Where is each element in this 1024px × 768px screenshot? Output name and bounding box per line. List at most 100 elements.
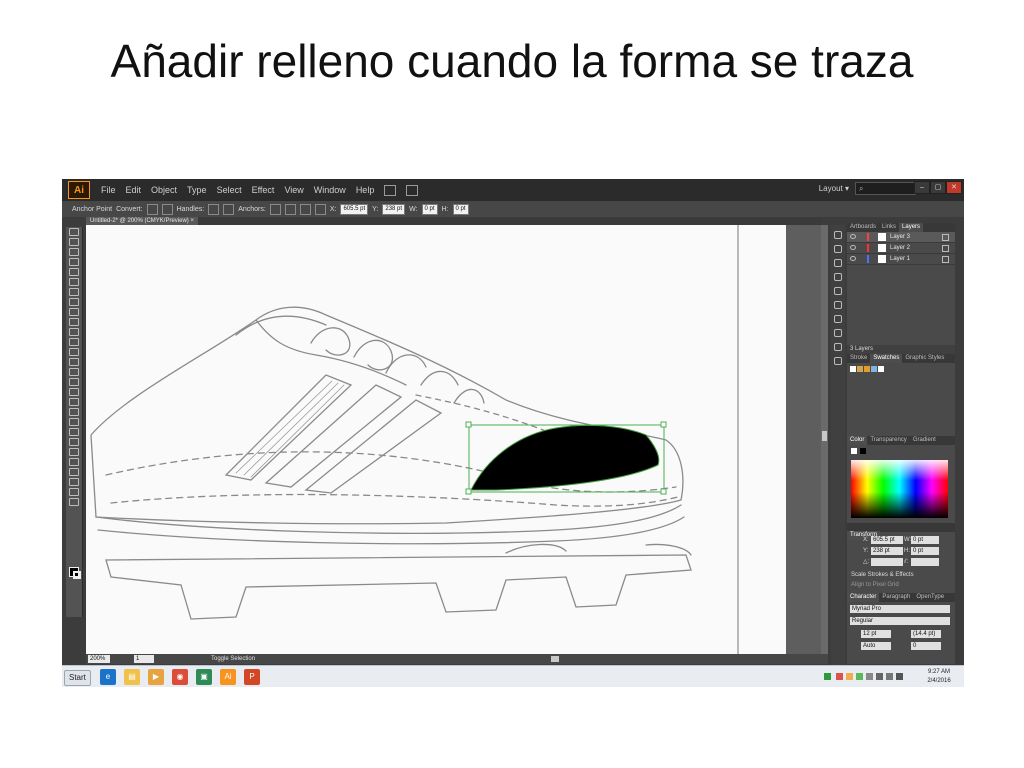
color-guide-icon[interactable] <box>834 231 842 239</box>
free-transform-tool-icon[interactable] <box>69 378 79 386</box>
isolate-icon[interactable] <box>314 203 326 215</box>
none-color-swatch[interactable] <box>851 448 857 454</box>
start-button[interactable]: Start <box>64 670 91 686</box>
kerning-field[interactable]: Auto <box>861 642 891 650</box>
slice-tool-icon[interactable] <box>69 478 79 486</box>
system-clock[interactable]: 9:27 AM 2/4/2016 <box>924 668 954 686</box>
layer-name[interactable]: Layer 1 <box>890 254 910 264</box>
flag-icon[interactable] <box>866 673 873 680</box>
symbols-icon[interactable] <box>834 273 842 281</box>
network-icon[interactable] <box>824 673 831 680</box>
help-search-input[interactable]: ⌕ <box>855 182 916 195</box>
tab-opentype[interactable]: OpenType <box>913 593 947 602</box>
tab-swatches[interactable]: Swatches <box>870 354 903 363</box>
font-family-select[interactable]: Myriad Pro <box>850 605 950 613</box>
transform-w-field[interactable]: 0 pt <box>911 536 939 544</box>
transform-h-field[interactable]: 0 pt <box>911 547 939 555</box>
menu-effect[interactable]: Effect <box>247 185 280 195</box>
tab-paragraph[interactable]: Paragraph <box>879 593 913 602</box>
canvas-area[interactable] <box>86 224 821 655</box>
layer-row[interactable]: Layer 2 <box>847 243 955 254</box>
convert-smooth-icon[interactable] <box>161 203 173 215</box>
type-tool-icon[interactable] <box>69 278 79 286</box>
swatch[interactable] <box>871 366 877 372</box>
visibility-eye-icon[interactable] <box>850 245 856 250</box>
layer-name[interactable]: Layer 2 <box>890 243 910 253</box>
menu-window[interactable]: Window <box>309 185 351 195</box>
app-tray-icon[interactable] <box>856 673 863 680</box>
tab-color[interactable]: Color <box>847 436 868 445</box>
align-icon[interactable] <box>834 315 842 323</box>
blend-tool-icon[interactable] <box>69 438 79 446</box>
column-graph-tool-icon[interactable] <box>69 458 79 466</box>
taskbar-app-powerpoint[interactable]: P <box>244 669 260 685</box>
cut-path-icon[interactable] <box>299 203 311 215</box>
maximize-button[interactable]: ▢ <box>930 181 946 194</box>
tab-links[interactable]: Links <box>879 223 899 232</box>
menu-select[interactable]: Select <box>212 185 247 195</box>
security-icon[interactable] <box>836 673 843 680</box>
bridge-icon[interactable] <box>384 184 397 196</box>
scale-tool-icon[interactable] <box>69 358 79 366</box>
tracking-field[interactable]: 0 <box>911 642 941 650</box>
gradient-tool-icon[interactable] <box>69 418 79 426</box>
menu-file[interactable]: File <box>96 185 121 195</box>
graphic-styles-icon[interactable] <box>834 287 842 295</box>
libraries-icon[interactable] <box>834 245 842 253</box>
h-field[interactable]: 0 pt <box>452 203 469 215</box>
visibility-eye-icon[interactable] <box>850 234 856 239</box>
transform-angle-field[interactable] <box>871 558 903 566</box>
remove-anchor-icon[interactable] <box>269 203 281 215</box>
menu-type[interactable]: Type <box>182 185 212 195</box>
layer-row[interactable]: Layer 1 <box>847 254 955 265</box>
appearance-icon[interactable] <box>834 301 842 309</box>
hide-handles-icon[interactable] <box>223 203 235 215</box>
x-field[interactable]: 605.5 pt <box>340 203 369 215</box>
direct-selection-tool-icon[interactable] <box>69 238 79 246</box>
selection-tool-icon[interactable] <box>69 228 79 236</box>
transform-shear-field[interactable] <box>911 558 939 566</box>
perspective-grid-tool-icon[interactable] <box>69 398 79 406</box>
arrange-documents-icon[interactable] <box>406 184 419 196</box>
document-tab[interactable]: Untitled-2* @ 200% (CMYK/Preview) × <box>86 217 198 225</box>
target-icon[interactable] <box>942 245 949 252</box>
scroll-thumb[interactable] <box>822 431 827 441</box>
swatch[interactable] <box>864 366 870 372</box>
tab-character[interactable]: Character <box>847 593 880 602</box>
updates-icon[interactable] <box>846 673 853 680</box>
rotate-tool-icon[interactable] <box>69 348 79 356</box>
eraser-tool-icon[interactable] <box>69 338 79 346</box>
stroke-swatch[interactable] <box>73 571 81 579</box>
monitor-icon[interactable] <box>876 673 883 680</box>
menu-view[interactable]: View <box>279 185 308 195</box>
artboard-tool-icon[interactable] <box>69 468 79 476</box>
taskbar-app-media-player[interactable]: ▶ <box>148 669 164 685</box>
pen-tool-icon[interactable] <box>69 268 79 276</box>
close-tab-icon[interactable]: × <box>190 218 194 224</box>
taskbar-app-illustrator[interactable]: Ai <box>220 669 236 685</box>
layer-name[interactable]: Layer 3 <box>890 232 910 242</box>
swatch[interactable] <box>878 366 884 372</box>
swatch[interactable] <box>850 366 856 372</box>
taskbar-app-desktop[interactable]: ▣ <box>196 669 212 685</box>
eyedropper-tool-icon[interactable] <box>69 428 79 436</box>
shape-builder-tool-icon[interactable] <box>69 388 79 396</box>
symbol-sprayer-tool-icon[interactable] <box>69 448 79 456</box>
target-icon[interactable] <box>942 256 949 263</box>
zoom-tool-icon[interactable] <box>69 498 79 506</box>
blob-brush-tool-icon[interactable] <box>69 328 79 336</box>
visibility-eye-icon[interactable] <box>850 256 856 261</box>
transform-y-field[interactable]: 238 pt <box>871 547 903 555</box>
taskbar-app-windows-explorer[interactable]: ▤ <box>124 669 140 685</box>
w-field[interactable]: 0 pt <box>421 203 438 215</box>
line-tool-icon[interactable] <box>69 288 79 296</box>
target-icon[interactable] <box>942 234 949 241</box>
navigator-icon[interactable] <box>834 357 842 365</box>
connect-anchor-icon[interactable] <box>284 203 296 215</box>
menu-edit[interactable]: Edit <box>121 185 147 195</box>
color-spectrum[interactable] <box>851 460 948 518</box>
workspace-switcher[interactable]: Layout ▾ <box>819 184 849 193</box>
status-text[interactable]: Toggle Selection <box>211 654 255 664</box>
black-color-swatch[interactable] <box>860 448 866 454</box>
zoom-level-field[interactable]: 200% <box>88 655 110 663</box>
